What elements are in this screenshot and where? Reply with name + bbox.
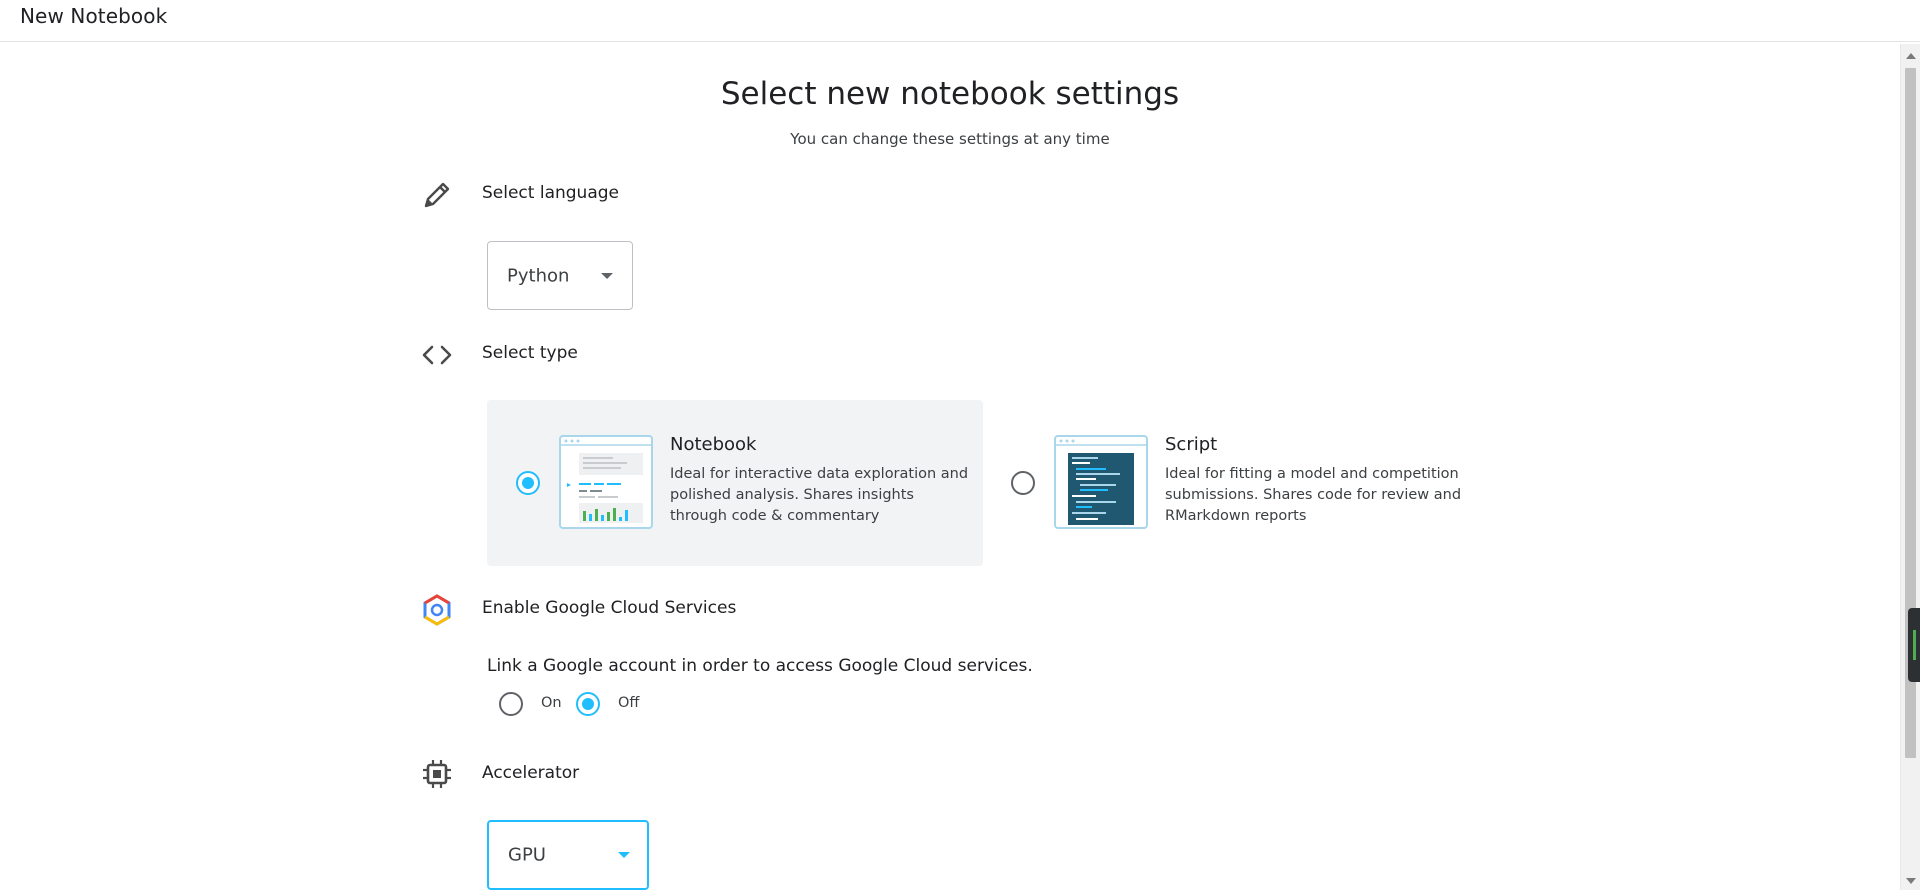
script-type-card[interactable]: Script Ideal for fitting a model and com… bbox=[982, 400, 1478, 566]
gcs-description: Link a Google account in order to access… bbox=[487, 656, 1033, 676]
script-radio[interactable] bbox=[1011, 471, 1035, 495]
gcs-off-radio[interactable] bbox=[576, 692, 600, 716]
gcs-label: Enable Google Cloud Services bbox=[482, 598, 737, 618]
gcs-on-label[interactable]: On bbox=[541, 695, 562, 711]
pencil-icon bbox=[420, 178, 454, 212]
side-panel-handle[interactable] bbox=[1908, 608, 1920, 682]
accelerator-dropdown[interactable]: GPU bbox=[487, 820, 649, 890]
notebook-title: Notebook bbox=[670, 434, 757, 455]
handle-grip-icon bbox=[1913, 630, 1916, 660]
script-thumbnail-icon bbox=[1054, 435, 1148, 529]
accelerator-value: GPU bbox=[508, 844, 546, 866]
notebook-description: Ideal for interactive data exploration a… bbox=[670, 466, 969, 524]
google-cloud-icon bbox=[420, 593, 454, 627]
chip-icon bbox=[420, 757, 454, 791]
language-dropdown[interactable]: Python bbox=[487, 241, 633, 310]
chevron-down-icon bbox=[618, 852, 630, 858]
script-title: Script bbox=[1165, 434, 1218, 455]
gcs-on-radio[interactable] bbox=[499, 692, 523, 716]
notebook-type-card[interactable]: Notebook Ideal for interactive data expl… bbox=[487, 400, 983, 566]
notebook-radio[interactable] bbox=[516, 471, 540, 495]
select-language-label: Select language bbox=[482, 183, 619, 203]
script-description: Ideal for fitting a model and competitio… bbox=[1165, 466, 1462, 524]
page-title: Select new notebook settings bbox=[720, 76, 1180, 112]
language-value: Python bbox=[507, 265, 570, 286]
select-type-label: Select type bbox=[482, 343, 578, 363]
window-title: New Notebook bbox=[20, 4, 168, 28]
accelerator-label: Accelerator bbox=[482, 763, 580, 783]
code-brackets-icon bbox=[420, 338, 454, 372]
top-bar: New Notebook bbox=[0, 0, 1920, 42]
scroll-up-icon[interactable] bbox=[1906, 53, 1916, 59]
gcs-off-label[interactable]: Off bbox=[618, 695, 639, 711]
vertical-scrollbar[interactable] bbox=[1900, 44, 1920, 890]
chevron-down-icon bbox=[601, 272, 613, 279]
notebook-thumbnail-icon bbox=[559, 435, 653, 529]
scroll-down-icon[interactable] bbox=[1906, 878, 1916, 884]
page-subtitle: You can change these settings at any tim… bbox=[790, 130, 1110, 148]
